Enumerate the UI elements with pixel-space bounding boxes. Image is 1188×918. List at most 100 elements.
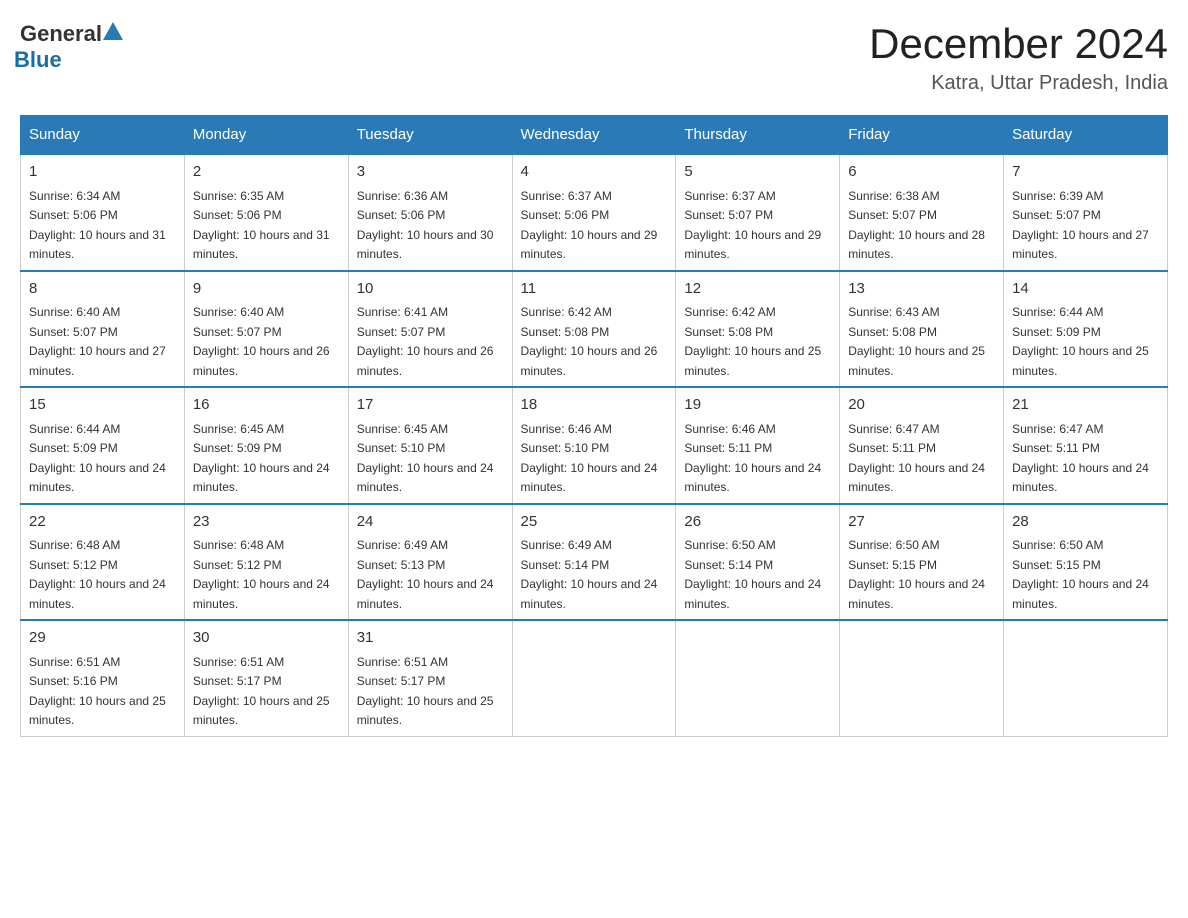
- day-info: Sunrise: 6:42 AMSunset: 5:08 PMDaylight:…: [521, 305, 658, 378]
- day-number: 12: [684, 278, 831, 301]
- day-number: 21: [1012, 394, 1159, 417]
- day-number: 18: [521, 394, 668, 417]
- day-info: Sunrise: 6:49 AMSunset: 5:14 PMDaylight:…: [521, 538, 658, 611]
- day-info: Sunrise: 6:40 AMSunset: 5:07 PMDaylight:…: [193, 305, 330, 378]
- day-number: 20: [848, 394, 995, 417]
- day-info: Sunrise: 6:37 AMSunset: 5:07 PMDaylight:…: [684, 189, 821, 262]
- day-number: 8: [29, 278, 176, 301]
- day-info: Sunrise: 6:50 AMSunset: 5:14 PMDaylight:…: [684, 538, 821, 611]
- calendar-day-cell: [840, 620, 1004, 736]
- day-info: Sunrise: 6:47 AMSunset: 5:11 PMDaylight:…: [848, 422, 985, 495]
- day-info: Sunrise: 6:37 AMSunset: 5:06 PMDaylight:…: [521, 189, 658, 262]
- calendar-day-cell: 16 Sunrise: 6:45 AMSunset: 5:09 PMDaylig…: [184, 387, 348, 504]
- day-number: 9: [193, 278, 340, 301]
- day-number: 31: [357, 627, 504, 650]
- day-info: Sunrise: 6:49 AMSunset: 5:13 PMDaylight:…: [357, 538, 494, 611]
- day-number: 22: [29, 511, 176, 534]
- calendar-day-cell: 26 Sunrise: 6:50 AMSunset: 5:14 PMDaylig…: [676, 504, 840, 621]
- logo-general-text: General: [20, 21, 102, 47]
- logo-arrow-icon: [102, 20, 124, 47]
- day-info: Sunrise: 6:41 AMSunset: 5:07 PMDaylight:…: [357, 305, 494, 378]
- day-info: Sunrise: 6:44 AMSunset: 5:09 PMDaylight:…: [29, 422, 166, 495]
- day-info: Sunrise: 6:42 AMSunset: 5:08 PMDaylight:…: [684, 305, 821, 378]
- calendar-day-cell: 13 Sunrise: 6:43 AMSunset: 5:08 PMDaylig…: [840, 271, 1004, 388]
- calendar-day-cell: 14 Sunrise: 6:44 AMSunset: 5:09 PMDaylig…: [1004, 271, 1168, 388]
- calendar-day-cell: 21 Sunrise: 6:47 AMSunset: 5:11 PMDaylig…: [1004, 387, 1168, 504]
- calendar-subtitle: Katra, Uttar Pradesh, India: [869, 72, 1168, 95]
- day-info: Sunrise: 6:51 AMSunset: 5:17 PMDaylight:…: [357, 655, 494, 728]
- calendar-week-row: 22 Sunrise: 6:48 AMSunset: 5:12 PMDaylig…: [21, 504, 1168, 621]
- calendar-day-cell: 12 Sunrise: 6:42 AMSunset: 5:08 PMDaylig…: [676, 271, 840, 388]
- day-info: Sunrise: 6:43 AMSunset: 5:08 PMDaylight:…: [848, 305, 985, 378]
- calendar-day-cell: 8 Sunrise: 6:40 AMSunset: 5:07 PMDayligh…: [21, 271, 185, 388]
- day-info: Sunrise: 6:34 AMSunset: 5:06 PMDaylight:…: [29, 189, 166, 262]
- day-info: Sunrise: 6:45 AMSunset: 5:10 PMDaylight:…: [357, 422, 494, 495]
- calendar-week-row: 8 Sunrise: 6:40 AMSunset: 5:07 PMDayligh…: [21, 271, 1168, 388]
- day-of-week-header: Sunday: [21, 116, 185, 155]
- day-number: 30: [193, 627, 340, 650]
- calendar-day-cell: 9 Sunrise: 6:40 AMSunset: 5:07 PMDayligh…: [184, 271, 348, 388]
- day-info: Sunrise: 6:46 AMSunset: 5:11 PMDaylight:…: [684, 422, 821, 495]
- logo-blue-text: Blue: [14, 47, 124, 73]
- calendar-day-cell: 27 Sunrise: 6:50 AMSunset: 5:15 PMDaylig…: [840, 504, 1004, 621]
- day-info: Sunrise: 6:36 AMSunset: 5:06 PMDaylight:…: [357, 189, 494, 262]
- day-number: 29: [29, 627, 176, 650]
- day-number: 5: [684, 161, 831, 184]
- day-number: 2: [193, 161, 340, 184]
- title-section: December 2024 Katra, Uttar Pradesh, Indi…: [869, 20, 1168, 95]
- day-info: Sunrise: 6:38 AMSunset: 5:07 PMDaylight:…: [848, 189, 985, 262]
- day-info: Sunrise: 6:48 AMSunset: 5:12 PMDaylight:…: [29, 538, 166, 611]
- day-number: 3: [357, 161, 504, 184]
- calendar-day-cell: 23 Sunrise: 6:48 AMSunset: 5:12 PMDaylig…: [184, 504, 348, 621]
- logo: General Blue: [20, 20, 124, 73]
- day-info: Sunrise: 6:48 AMSunset: 5:12 PMDaylight:…: [193, 538, 330, 611]
- calendar-day-cell: 25 Sunrise: 6:49 AMSunset: 5:14 PMDaylig…: [512, 504, 676, 621]
- calendar-day-cell: 5 Sunrise: 6:37 AMSunset: 5:07 PMDayligh…: [676, 154, 840, 271]
- day-number: 23: [193, 511, 340, 534]
- calendar-day-cell: 29 Sunrise: 6:51 AMSunset: 5:16 PMDaylig…: [21, 620, 185, 736]
- day-number: 1: [29, 161, 176, 184]
- day-number: 11: [521, 278, 668, 301]
- day-info: Sunrise: 6:40 AMSunset: 5:07 PMDaylight:…: [29, 305, 166, 378]
- calendar-day-cell: 10 Sunrise: 6:41 AMSunset: 5:07 PMDaylig…: [348, 271, 512, 388]
- calendar-day-cell: 1 Sunrise: 6:34 AMSunset: 5:06 PMDayligh…: [21, 154, 185, 271]
- calendar-week-row: 1 Sunrise: 6:34 AMSunset: 5:06 PMDayligh…: [21, 154, 1168, 271]
- calendar-day-cell: 24 Sunrise: 6:49 AMSunset: 5:13 PMDaylig…: [348, 504, 512, 621]
- calendar-header-row: SundayMondayTuesdayWednesdayThursdayFrid…: [21, 116, 1168, 155]
- calendar-day-cell: 6 Sunrise: 6:38 AMSunset: 5:07 PMDayligh…: [840, 154, 1004, 271]
- calendar-day-cell: 2 Sunrise: 6:35 AMSunset: 5:06 PMDayligh…: [184, 154, 348, 271]
- calendar-day-cell: 31 Sunrise: 6:51 AMSunset: 5:17 PMDaylig…: [348, 620, 512, 736]
- day-info: Sunrise: 6:39 AMSunset: 5:07 PMDaylight:…: [1012, 189, 1149, 262]
- page-header: General Blue December 2024 Katra, Uttar …: [20, 20, 1168, 95]
- day-number: 15: [29, 394, 176, 417]
- calendar-day-cell: 22 Sunrise: 6:48 AMSunset: 5:12 PMDaylig…: [21, 504, 185, 621]
- calendar-day-cell: 20 Sunrise: 6:47 AMSunset: 5:11 PMDaylig…: [840, 387, 1004, 504]
- day-number: 24: [357, 511, 504, 534]
- day-number: 13: [848, 278, 995, 301]
- day-number: 28: [1012, 511, 1159, 534]
- day-number: 4: [521, 161, 668, 184]
- day-number: 14: [1012, 278, 1159, 301]
- day-number: 16: [193, 394, 340, 417]
- day-of-week-header: Saturday: [1004, 116, 1168, 155]
- calendar-day-cell: 3 Sunrise: 6:36 AMSunset: 5:06 PMDayligh…: [348, 154, 512, 271]
- calendar-day-cell: 17 Sunrise: 6:45 AMSunset: 5:10 PMDaylig…: [348, 387, 512, 504]
- day-of-week-header: Wednesday: [512, 116, 676, 155]
- day-info: Sunrise: 6:46 AMSunset: 5:10 PMDaylight:…: [521, 422, 658, 495]
- day-number: 27: [848, 511, 995, 534]
- calendar-day-cell: [512, 620, 676, 736]
- calendar-day-cell: 19 Sunrise: 6:46 AMSunset: 5:11 PMDaylig…: [676, 387, 840, 504]
- calendar-day-cell: 28 Sunrise: 6:50 AMSunset: 5:15 PMDaylig…: [1004, 504, 1168, 621]
- calendar-day-cell: 18 Sunrise: 6:46 AMSunset: 5:10 PMDaylig…: [512, 387, 676, 504]
- day-info: Sunrise: 6:50 AMSunset: 5:15 PMDaylight:…: [848, 538, 985, 611]
- calendar-day-cell: 4 Sunrise: 6:37 AMSunset: 5:06 PMDayligh…: [512, 154, 676, 271]
- day-number: 6: [848, 161, 995, 184]
- day-of-week-header: Thursday: [676, 116, 840, 155]
- day-info: Sunrise: 6:47 AMSunset: 5:11 PMDaylight:…: [1012, 422, 1149, 495]
- day-info: Sunrise: 6:50 AMSunset: 5:15 PMDaylight:…: [1012, 538, 1149, 611]
- calendar-day-cell: 7 Sunrise: 6:39 AMSunset: 5:07 PMDayligh…: [1004, 154, 1168, 271]
- day-number: 26: [684, 511, 831, 534]
- day-of-week-header: Monday: [184, 116, 348, 155]
- calendar-day-cell: [676, 620, 840, 736]
- day-of-week-header: Tuesday: [348, 116, 512, 155]
